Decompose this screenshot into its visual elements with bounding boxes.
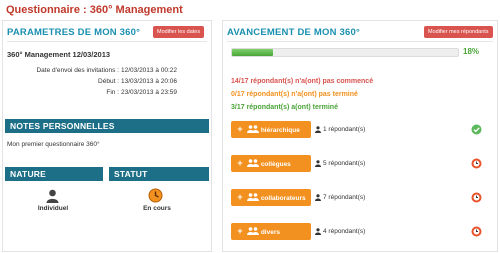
statut-header: STATUT (109, 167, 209, 181)
people-icon (246, 227, 259, 236)
respondent-count: 4 répondant(s) (315, 228, 365, 235)
respondent-count: 7 répondant(s) (315, 194, 365, 201)
notes-text: Mon premier questionnaire 360° (7, 141, 100, 148)
progress-panel: AVANCEMENT DE MON 360° Modifier mes répo… (222, 20, 498, 252)
person-icon (315, 194, 321, 201)
questionnaire-name: 360° Management 12/03/2013 (7, 50, 111, 59)
people-icon (246, 125, 259, 134)
in-progress-icon (148, 188, 163, 203)
divider (227, 41, 493, 42)
not-started-summary: 14/17 répondant(s) n'a(ont) pas commencé (231, 78, 374, 85)
group-button-collegues[interactable]: + collègues (231, 155, 311, 172)
respondent-count: 1 répondant(s) (315, 126, 365, 133)
group-button-collaborateurs[interactable]: + collaborateurs (231, 189, 311, 206)
start-date-label: Début : (98, 78, 119, 85)
respondent-count-text: 1 répondant(s) (323, 126, 366, 134)
divider (7, 41, 207, 42)
group-label: hiérarchique (260, 127, 300, 134)
plus-icon: + (237, 124, 243, 134)
statut-value: En cours (143, 205, 171, 212)
group-label: collègues (260, 161, 291, 168)
parameters-header: PARAMETRES DE MON 360° (7, 27, 141, 38)
notes-header: NOTES PERSONNELLES (5, 119, 209, 133)
person-icon (315, 228, 321, 235)
parameters-panel: PARAMETRES DE MON 360° Modifier les date… (2, 20, 212, 252)
respondent-count-text: 5 répondant(s) (323, 160, 366, 168)
invite-date-label: Date d'envoi des invitations : (36, 67, 119, 74)
completed-check-icon (471, 124, 482, 135)
nature-value: Individuel (37, 205, 69, 212)
progress-header: AVANCEMENT DE MON 360° (227, 27, 360, 38)
respondent-count: 5 répondant(s) (315, 160, 365, 167)
nature-header: NATURE (5, 167, 103, 181)
start-date-value: 13/03/2013 à 20:06 (121, 78, 178, 85)
person-icon (315, 126, 321, 133)
progress-bar (231, 48, 459, 57)
group-button-divers[interactable]: + divers (231, 223, 311, 240)
respondent-count-text: 4 répondant(s) (323, 228, 366, 236)
progress-percent: 18% (463, 47, 480, 56)
pending-clock-icon (471, 226, 482, 237)
modify-respondents-button[interactable]: Modifier mes répondants (424, 26, 493, 38)
group-label: collaborateurs (260, 195, 306, 202)
person-icon (315, 160, 321, 167)
modify-dates-button[interactable]: Modifier les dates (153, 26, 205, 38)
end-date-label: Fin : (106, 89, 119, 96)
plus-icon: + (237, 158, 243, 168)
page-title: Questionnaire : 360° Management (6, 4, 183, 16)
end-date-value: 23/03/2013 à 23:59 (121, 89, 178, 96)
plus-icon: + (237, 226, 243, 236)
group-button-hierarchique[interactable]: + hiérarchique (231, 121, 311, 138)
group-label: divers (260, 229, 280, 236)
not-finished-summary: 0/17 répondant(s) n'a(ont) pas terminé (231, 91, 358, 98)
pending-clock-icon (471, 158, 482, 169)
people-icon (246, 193, 259, 202)
finished-summary: 3/17 répondant(s) a(ont) terminé (231, 104, 338, 111)
invite-date-value: 12/03/2013 à 00:22 (121, 67, 178, 74)
progress-fill (232, 49, 273, 56)
plus-icon: + (237, 192, 243, 202)
user-icon (46, 189, 59, 203)
pending-clock-icon (471, 192, 482, 203)
respondent-count-text: 7 répondant(s) (323, 194, 366, 202)
people-icon (246, 159, 259, 168)
